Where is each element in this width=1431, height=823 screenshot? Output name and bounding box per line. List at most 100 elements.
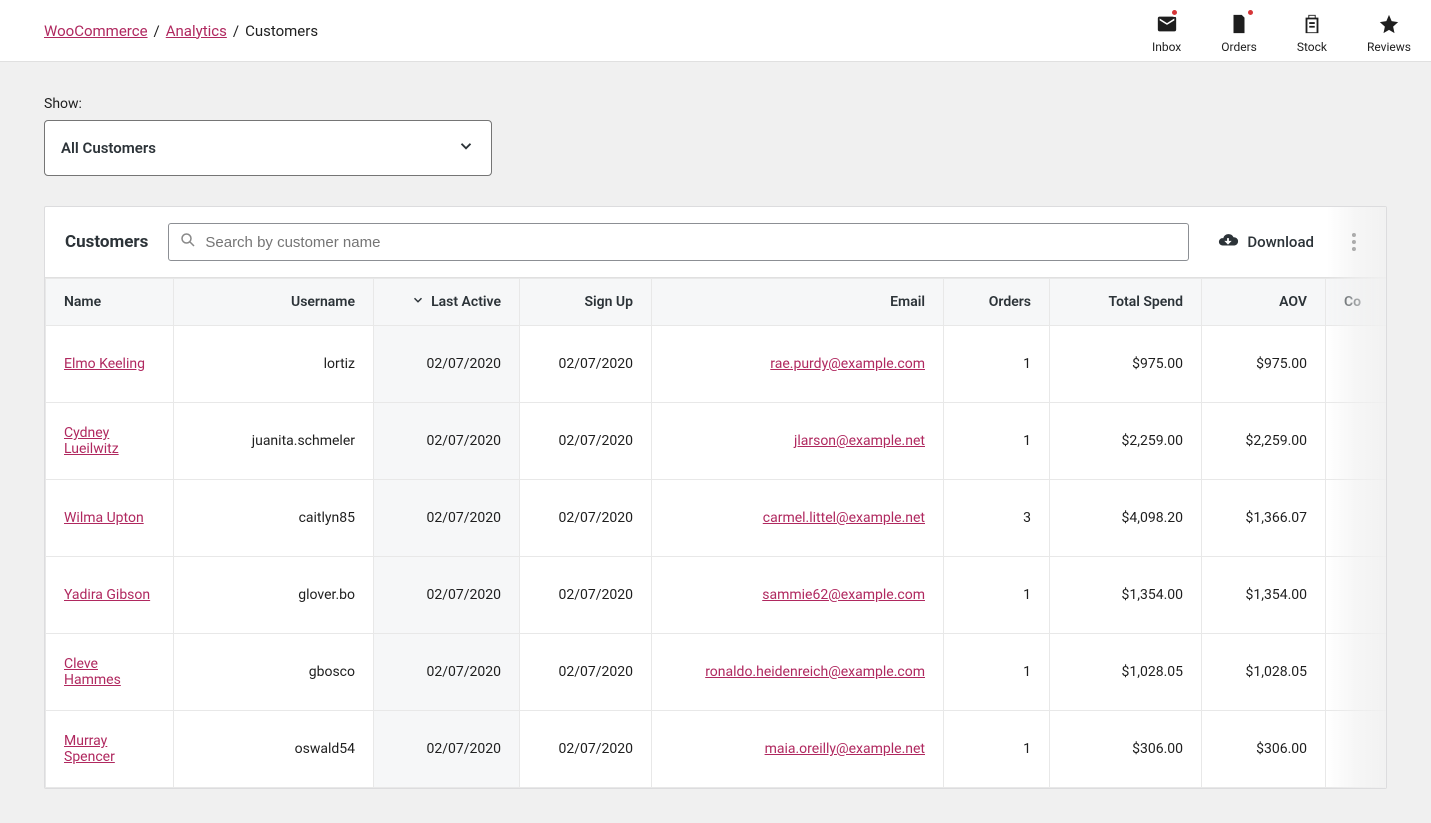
search-input-wrap[interactable] <box>168 223 1189 261</box>
cell-email: sammie62@example.com <box>652 557 944 634</box>
col-last-active-label: Last Active <box>431 294 501 310</box>
customers-table: Name Username Last Active Sign Up Email <box>45 278 1386 788</box>
customer-name-link[interactable]: Cydney Lueilwitz <box>64 425 119 457</box>
customer-email-link[interactable]: sammie62@example.com <box>762 587 925 603</box>
cell-aov: $306.00 <box>1202 711 1326 788</box>
cell-last-active: 02/07/2020 <box>374 711 520 788</box>
col-orders[interactable]: Orders <box>944 279 1050 326</box>
cell-aov: $2,259.00 <box>1202 403 1326 480</box>
cell-last-active: 02/07/2020 <box>374 480 520 557</box>
cell-country <box>1326 557 1387 634</box>
breadcrumb-current: Customers <box>245 22 318 40</box>
customer-email-link[interactable]: ronaldo.heidenreich@example.com <box>705 664 925 680</box>
cell-name: Wilma Upton <box>46 480 174 557</box>
cell-last-active: 02/07/2020 <box>374 634 520 711</box>
header-inbox-label: Inbox <box>1152 40 1181 54</box>
cell-aov: $1,366.07 <box>1202 480 1326 557</box>
filter-select[interactable]: All Customers <box>44 120 492 176</box>
cell-sign-up: 02/07/2020 <box>520 326 652 403</box>
cell-sign-up: 02/07/2020 <box>520 557 652 634</box>
col-sign-up[interactable]: Sign Up <box>520 279 652 326</box>
customer-name-link[interactable]: Yadira Gibson <box>64 587 150 603</box>
header-inbox[interactable]: Inbox <box>1152 12 1181 54</box>
col-last-active[interactable]: Last Active <box>374 279 520 326</box>
col-name[interactable]: Name <box>46 279 174 326</box>
customer-name-link[interactable]: Cleve Hammes <box>64 656 121 688</box>
download-label: Download <box>1247 233 1314 251</box>
table-row: Yadira Gibsonglover.bo02/07/202002/07/20… <box>46 557 1387 634</box>
cell-total-spend: $1,354.00 <box>1050 557 1202 634</box>
header-stock[interactable]: Stock <box>1297 12 1327 54</box>
notification-badge <box>1246 8 1255 17</box>
header-reviews-label: Reviews <box>1367 40 1411 54</box>
cell-country <box>1326 480 1387 557</box>
cell-sign-up: 02/07/2020 <box>520 403 652 480</box>
customer-name-link[interactable]: Elmo Keeling <box>64 356 145 372</box>
cell-username: caitlyn85 <box>174 480 374 557</box>
table-row: Murray Spenceroswald5402/07/202002/07/20… <box>46 711 1387 788</box>
page-content: Show: All Customers Customers Download <box>0 62 1431 823</box>
card-header: Customers Download <box>45 207 1386 278</box>
cell-aov: $1,028.05 <box>1202 634 1326 711</box>
search-input[interactable] <box>205 234 1178 251</box>
breadcrumb-parent[interactable]: Analytics <box>166 22 227 40</box>
cell-orders: 1 <box>944 403 1050 480</box>
header-orders-label: Orders <box>1221 40 1257 54</box>
cell-sign-up: 02/07/2020 <box>520 634 652 711</box>
customer-name-link[interactable]: Murray Spencer <box>64 733 115 765</box>
customer-email-link[interactable]: rae.purdy@example.com <box>770 356 925 372</box>
cell-last-active: 02/07/2020 <box>374 557 520 634</box>
reviews-icon <box>1377 12 1401 36</box>
col-email[interactable]: Email <box>652 279 944 326</box>
customer-email-link[interactable]: jlarson@example.net <box>794 433 925 449</box>
header-actions: Inbox Orders Stock Reviews <box>1152 8 1411 54</box>
customer-email-link[interactable]: maia.oreilly@example.net <box>765 741 925 757</box>
top-bar: WooCommerce / Analytics / Customers Inbo… <box>0 0 1431 62</box>
col-aov[interactable]: AOV <box>1202 279 1326 326</box>
search-icon <box>179 231 197 253</box>
cell-email: rae.purdy@example.com <box>652 326 944 403</box>
cell-sign-up: 02/07/2020 <box>520 711 652 788</box>
cell-name: Yadira Gibson <box>46 557 174 634</box>
cell-email: carmel.littel@example.net <box>652 480 944 557</box>
col-username[interactable]: Username <box>174 279 374 326</box>
download-button[interactable]: Download <box>1209 229 1322 255</box>
table-header-row: Name Username Last Active Sign Up Email <box>46 279 1387 326</box>
more-menu-button[interactable] <box>1342 233 1366 251</box>
chevron-down-icon <box>457 137 475 159</box>
cell-orders: 3 <box>944 480 1050 557</box>
customer-name-link[interactable]: Wilma Upton <box>64 510 144 526</box>
breadcrumb-sep: / <box>233 22 239 40</box>
header-orders[interactable]: Orders <box>1221 12 1257 54</box>
cell-name: Cydney Lueilwitz <box>46 403 174 480</box>
cell-username: gbosco <box>174 634 374 711</box>
customer-email-link[interactable]: carmel.littel@example.net <box>763 510 925 526</box>
cell-orders: 1 <box>944 557 1050 634</box>
table-row: Wilma Uptoncaitlyn8502/07/202002/07/2020… <box>46 480 1387 557</box>
cell-last-active: 02/07/2020 <box>374 403 520 480</box>
cell-aov: $1,354.00 <box>1202 557 1326 634</box>
table-row: Cydney Lueilwitzjuanita.schmeler02/07/20… <box>46 403 1387 480</box>
col-total-spend[interactable]: Total Spend <box>1050 279 1202 326</box>
cell-username: lortiz <box>174 326 374 403</box>
stock-icon <box>1300 12 1324 36</box>
breadcrumb-root[interactable]: WooCommerce <box>44 22 148 40</box>
cell-country <box>1326 326 1387 403</box>
col-country[interactable]: Co <box>1326 279 1387 326</box>
cell-country <box>1326 711 1387 788</box>
cell-country <box>1326 403 1387 480</box>
cell-username: juanita.schmeler <box>174 403 374 480</box>
cell-country <box>1326 634 1387 711</box>
cell-total-spend: $1,028.05 <box>1050 634 1202 711</box>
table-scroll[interactable]: Name Username Last Active Sign Up Email <box>45 278 1386 788</box>
cell-sign-up: 02/07/2020 <box>520 480 652 557</box>
header-reviews[interactable]: Reviews <box>1367 12 1411 54</box>
cell-name: Murray Spencer <box>46 711 174 788</box>
notification-badge <box>1170 8 1179 17</box>
table-row: Cleve Hammesgbosco02/07/202002/07/2020ro… <box>46 634 1387 711</box>
table-row: Elmo Keelinglortiz02/07/202002/07/2020ra… <box>46 326 1387 403</box>
cell-total-spend: $2,259.00 <box>1050 403 1202 480</box>
customers-card: Customers Download <box>44 206 1387 789</box>
cell-username: oswald54 <box>174 711 374 788</box>
cell-total-spend: $306.00 <box>1050 711 1202 788</box>
